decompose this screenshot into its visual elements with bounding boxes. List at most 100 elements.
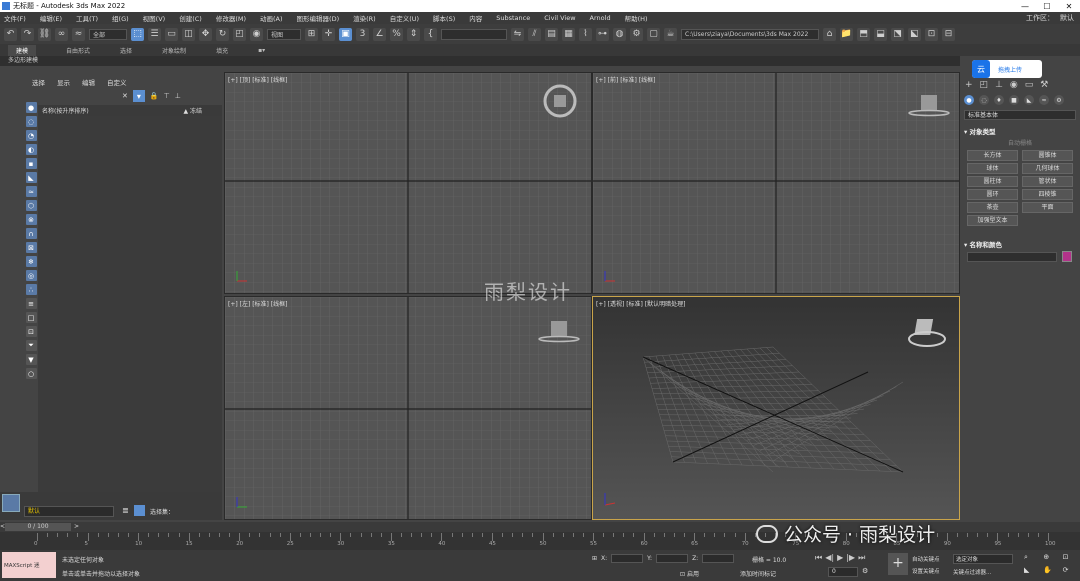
- utilities-tab-icon[interactable]: ⚒: [1040, 80, 1048, 90]
- motion-tab-icon[interactable]: ◉: [1010, 80, 1018, 90]
- display-cameras-icon[interactable]: ▪: [25, 158, 37, 169]
- workspace-selector[interactable]: 工作区： 默认: [1026, 12, 1074, 24]
- viewport-front-label[interactable]: [+] [前] [标准] [线框]: [596, 75, 655, 84]
- menu-scripting[interactable]: 脚本(S): [433, 13, 455, 23]
- zoom-icon[interactable]: ⌕: [1024, 553, 1039, 562]
- selection-filter-dropdown[interactable]: 全部: [89, 28, 127, 40]
- lock-icon[interactable]: 🔒: [150, 92, 159, 100]
- scale-icon[interactable]: ◰: [233, 27, 246, 41]
- tube-button[interactable]: 管状体: [1022, 176, 1073, 187]
- redo-icon[interactable]: ↷: [21, 27, 34, 41]
- explorer-tab-select[interactable]: 选择: [32, 77, 45, 87]
- z-field[interactable]: [702, 554, 735, 563]
- minimize-button[interactable]: —: [1014, 0, 1036, 12]
- explorer-tab-customize[interactable]: 自定义: [107, 77, 127, 87]
- rollout-object-type[interactable]: ▾ 对象类型: [964, 126, 996, 136]
- menu-arnold[interactable]: Arnold: [590, 14, 611, 22]
- torus-button[interactable]: 圆环: [967, 189, 1018, 200]
- systems-icon[interactable]: ⚙: [1054, 95, 1064, 105]
- hierarchy-tab-icon[interactable]: ⊥: [995, 80, 1003, 90]
- display-frozen-icon[interactable]: ❄: [25, 256, 37, 267]
- collapse-all-icon[interactable]: □: [25, 312, 37, 323]
- viewport-persp-label[interactable]: [+] [透视] [标准] [默认明暗处理]: [596, 299, 685, 308]
- menu-group[interactable]: 组(G): [112, 13, 129, 23]
- autogrid-checkbox[interactable]: 自动栅格: [964, 138, 1076, 147]
- display-spacewarps-icon[interactable]: ≈: [25, 186, 37, 197]
- zoom-all-icon[interactable]: ⊕: [1043, 553, 1058, 562]
- workspace-value[interactable]: 默认: [1060, 13, 1074, 23]
- project-path-field[interactable]: C:\Users\ziaya\Documents\3ds Max 2022: [681, 28, 819, 40]
- next-frame-icon[interactable]: |▶: [846, 553, 855, 563]
- menu-substance[interactable]: Substance: [496, 14, 530, 22]
- menu-file[interactable]: 文件(F): [4, 13, 26, 23]
- shapes-icon[interactable]: ◌: [979, 95, 989, 105]
- spacewarps-icon[interactable]: ≈: [1039, 95, 1049, 105]
- layers-icon[interactable]: ⊥: [175, 92, 181, 100]
- goto-end-icon[interactable]: ⏭: [858, 553, 865, 563]
- toolbar-extra-icon-4[interactable]: ⬕: [908, 27, 921, 41]
- goto-start-icon[interactable]: ⏮: [815, 553, 822, 563]
- align-icon[interactable]: ⫽: [528, 27, 541, 41]
- lights-icon[interactable]: ♦: [994, 95, 1004, 105]
- render-setup-icon[interactable]: ⚙: [630, 27, 643, 41]
- geosphere-button[interactable]: 几何球体: [1022, 163, 1073, 174]
- viewport-left[interactable]: [+] [左] [标准] [线框]: [224, 296, 592, 520]
- expand-all-icon[interactable]: ≡: [25, 298, 37, 309]
- timeline-right-arrow-icon[interactable]: >: [74, 523, 79, 530]
- key-selection-dropdown[interactable]: 选定对象: [953, 554, 1013, 564]
- curve-editor-icon[interactable]: ⌇: [579, 27, 592, 41]
- display-helpers-icon[interactable]: ◣: [25, 172, 37, 183]
- ribbon-tab-selection[interactable]: 选择: [120, 46, 132, 55]
- time-slider[interactable]: 0 / 100: [5, 523, 71, 531]
- menu-content[interactable]: 内容: [469, 13, 482, 23]
- geometry-icon[interactable]: ●: [964, 95, 974, 105]
- absolute-mode-icon[interactable]: ⊞: [592, 555, 597, 562]
- toolbar-extra-icon-1[interactable]: ⬒: [857, 27, 870, 41]
- add-time-tag[interactable]: 添加时间标记: [740, 569, 776, 578]
- menu-civil-view[interactable]: Civil View: [544, 14, 575, 22]
- viewport-left-label[interactable]: [+] [左] [标准] [线框]: [228, 299, 287, 308]
- primitive-type-dropdown[interactable]: 标准基本体: [964, 110, 1076, 120]
- display-tab-icon[interactable]: ▭: [1025, 80, 1034, 90]
- window-crossing-icon[interactable]: ◫: [182, 27, 195, 41]
- close-button[interactable]: ✕: [1058, 0, 1080, 12]
- reference-coord-dropdown[interactable]: 视图: [267, 28, 301, 40]
- key-filters-button[interactable]: 关键点过滤器...: [953, 568, 991, 576]
- toolbar-extra-icon-6[interactable]: ⊟: [942, 27, 955, 41]
- display-geometry-icon[interactable]: ◌: [25, 116, 37, 127]
- explorer-list[interactable]: [38, 116, 222, 504]
- project-folder-icon[interactable]: ⌂: [823, 27, 836, 41]
- menu-customize[interactable]: 自定义(U): [390, 13, 419, 23]
- object-name-field[interactable]: [967, 252, 1057, 262]
- ribbon-tab-modeling[interactable]: 建模: [8, 44, 37, 56]
- ribbon-tab-freeform[interactable]: 自由形式: [66, 46, 90, 55]
- add-keys-icon[interactable]: +: [888, 553, 908, 575]
- viewport-top-label[interactable]: [+] [顶] [标准] [线框]: [228, 75, 287, 84]
- column-frozen[interactable]: ▲ 冻结: [183, 106, 202, 115]
- maximize-button[interactable]: ☐: [1036, 0, 1058, 12]
- layer-stack-icon[interactable]: ≣: [122, 506, 129, 515]
- angle-snap-icon[interactable]: ∠: [373, 27, 386, 41]
- explorer-tab-display[interactable]: 显示: [57, 77, 70, 87]
- cameras-icon[interactable]: ■: [1009, 95, 1019, 105]
- helpers-icon[interactable]: ◣: [1024, 95, 1034, 105]
- render-production-icon[interactable]: ☕: [664, 27, 677, 41]
- display-particles-icon[interactable]: ∴: [25, 284, 37, 295]
- explorer-tab-edit[interactable]: 编辑: [82, 77, 95, 87]
- sphere-button[interactable]: 球体: [967, 163, 1018, 174]
- select-by-name-icon[interactable]: ☰: [148, 27, 161, 41]
- spinner-snap-icon[interactable]: ⇕: [407, 27, 420, 41]
- region-select-icon[interactable]: ▭: [165, 27, 178, 41]
- move-icon[interactable]: ✥: [199, 27, 212, 41]
- menu-modifiers[interactable]: 修改器(M): [216, 13, 246, 23]
- column-name[interactable]: 名称(按升序排序): [42, 106, 89, 115]
- filter-funnel-2-icon[interactable]: ▼: [25, 354, 37, 365]
- menu-rendering[interactable]: 渲染(R): [353, 13, 376, 23]
- rotate-icon[interactable]: ↻: [216, 27, 229, 41]
- select-object-icon[interactable]: ⬚: [131, 27, 144, 41]
- select-manipulate-icon[interactable]: ✛: [322, 27, 335, 41]
- link-icon[interactable]: ⛓: [38, 27, 51, 41]
- display-bones-icon[interactable]: ∩: [25, 228, 37, 239]
- layer-dropdown[interactable]: 默认: [24, 506, 114, 517]
- auto-key-button[interactable]: 自动关键点: [912, 554, 940, 566]
